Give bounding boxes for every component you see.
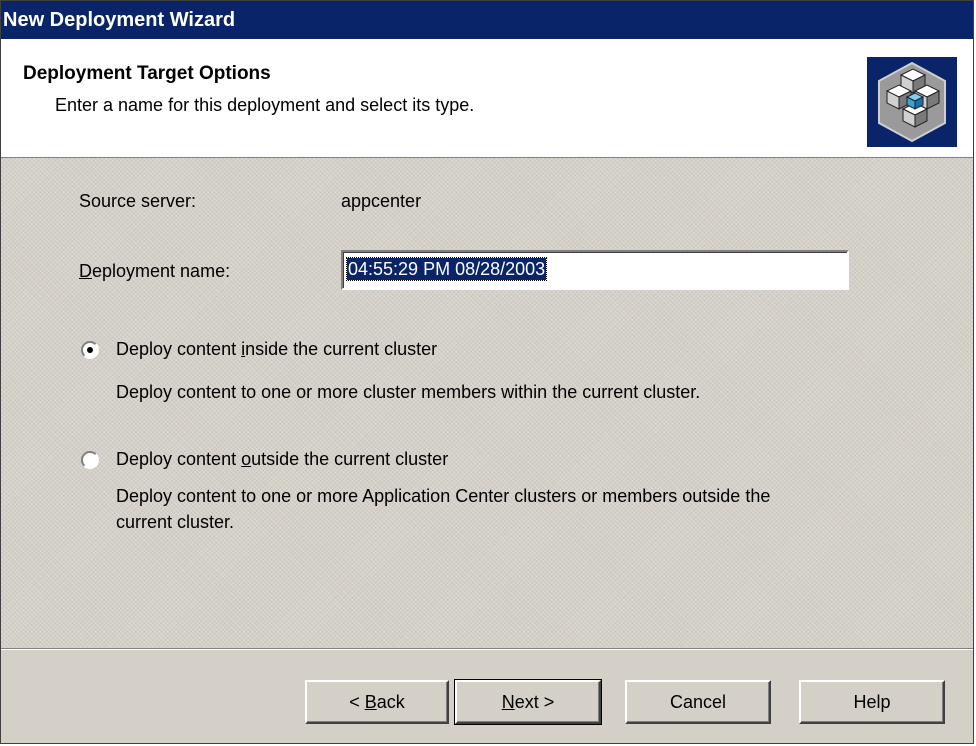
outside-cluster-description-line1: Deploy content to one or more Applicatio…	[116, 486, 771, 506]
back-button[interactable]: < Back	[305, 680, 449, 724]
deployment-name-input[interactable]: 04:55:29 PM 08/28/2003	[341, 250, 849, 290]
inside-cluster-description: Deploy content to one or more cluster me…	[116, 382, 701, 402]
help-button[interactable]: Help	[799, 680, 945, 724]
button-bar: < Back Next > Cancel Help	[1, 650, 973, 743]
cancel-button[interactable]: Cancel	[625, 680, 771, 724]
deployment-name-value: 04:55:29 PM 08/28/2003	[345, 257, 548, 281]
back-label-pre: <	[349, 692, 365, 712]
inside-cluster-label[interactable]: Deploy content inside the current cluste…	[116, 339, 437, 360]
inside-cluster-label-rest: nside the current cluster	[245, 339, 438, 359]
title-bar[interactable]: New Deployment Wizard	[1, 1, 973, 39]
outside-cluster-label[interactable]: Deploy content outside the current clust…	[116, 449, 448, 470]
next-button[interactable]: Next >	[454, 679, 602, 725]
wizard-header: Deployment Target Options Enter a name f…	[1, 39, 973, 158]
page-title: Deployment Target Options	[23, 63, 271, 84]
outside-cluster-mnemonic: o	[241, 449, 252, 469]
deployment-name-mnemonic: D	[79, 261, 92, 281]
inside-cluster-radio[interactable]	[81, 341, 99, 359]
deployment-name-label-rest: eployment name:	[92, 261, 231, 281]
window-title: New Deployment Wizard	[3, 9, 236, 31]
back-mnemonic: B	[364, 692, 377, 712]
next-label-rest: ext >	[514, 692, 555, 712]
source-server-label: Source server:	[79, 191, 197, 211]
page-subtitle: Enter a name for this deployment and sel…	[55, 95, 475, 115]
source-server-value: appcenter	[341, 191, 422, 211]
outside-cluster-radio[interactable]	[81, 451, 99, 469]
outside-cluster-label-pre: Deploy content	[116, 449, 242, 469]
deployment-name-label: Deployment name:	[79, 261, 230, 282]
next-mnemonic: N	[501, 692, 515, 712]
outside-cluster-description-line2: current cluster.	[116, 512, 235, 532]
inside-cluster-label-pre: Deploy content	[116, 339, 242, 359]
radio-selected-dot	[87, 347, 93, 353]
wizard-body: Source server: appcenter Deployment name…	[1, 158, 973, 648]
back-label-rest: ack	[376, 692, 405, 712]
outside-cluster-label-rest: utside the current cluster	[251, 449, 449, 469]
cluster-cubes-icon	[867, 57, 957, 147]
wizard-window: New Deployment Wizard Deployment Target …	[0, 0, 974, 744]
